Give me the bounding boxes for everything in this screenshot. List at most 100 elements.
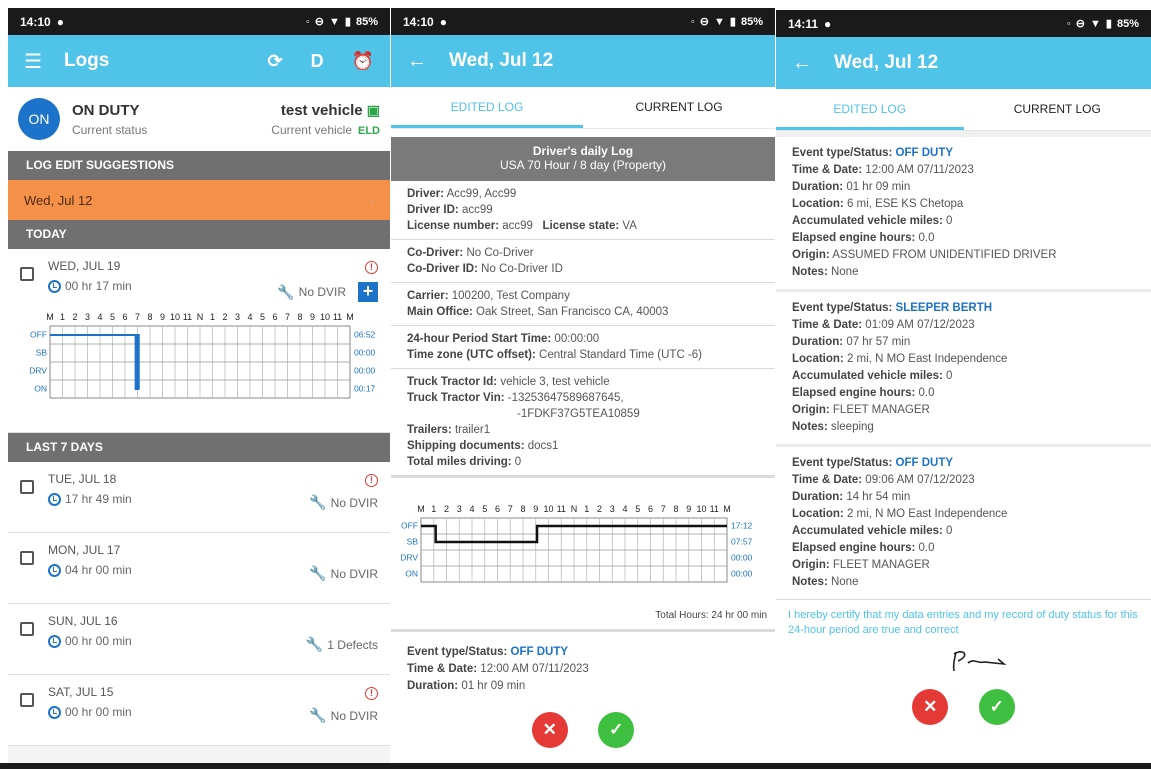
hour-label: N (197, 312, 204, 322)
edited-log-events-screen: 14:11 ● ◦ ⊖ ▼ ▮ 85% ← Wed, Jul 12 EDITED LOG … (776, 10, 1151, 766)
event-notes: None (830, 266, 859, 278)
row-total: 00:17 (354, 384, 376, 394)
reject-button[interactable]: ✕ (912, 689, 949, 725)
accept-button[interactable]: ✓ (978, 689, 1015, 725)
status-bar: 14:10 ● ◦ ⊖ ▼ ▮ 85% (8, 8, 390, 35)
hour-label: 11 (710, 504, 719, 514)
row-label: SB (36, 348, 48, 358)
event-engine-hours: 0.0 (918, 232, 935, 244)
row-checkbox[interactable] (20, 551, 34, 565)
row-label: ON (34, 384, 47, 394)
day-date: WED, JUL 19 (48, 259, 121, 273)
tab-edited-log[interactable]: EDITED LOG (776, 89, 964, 130)
row-label: DRV (29, 366, 47, 376)
wrench-icon: 🔧 (309, 494, 327, 510)
event-miles: 0 (946, 525, 953, 537)
license-number: acc99 (502, 220, 533, 232)
clock-icon (48, 492, 61, 506)
hour-label: 10 (170, 312, 180, 322)
hour-label: 10 (543, 504, 553, 514)
tab-current-log[interactable]: CURRENT LOG (964, 89, 1151, 130)
license-state: VA (622, 220, 637, 232)
truck-vin-2: -1FDKF37G5TEA10859 (517, 408, 640, 420)
certification-text: I hereby certify that my data entries an… (788, 609, 1138, 636)
event-engine-hours: 0.0 (918, 542, 935, 554)
hour-label: 9 (686, 504, 691, 514)
battery-icon: ▮ (344, 16, 351, 28)
d-button[interactable]: D (311, 51, 324, 72)
codriver-info: Co-Driver: No Co-Driver Co-Driver ID: No… (391, 240, 775, 283)
hour-label: 1 (431, 504, 436, 514)
event-duration: 07 hr 57 min (846, 336, 911, 348)
event-item: Event type/Status: SLEEPER BERTH Time & D… (776, 292, 1151, 447)
day-list: TUE, JUL 18 17 hr 49 min! 🔧 No DVIR MON, JUL… (8, 462, 390, 746)
hour-label: M (46, 312, 54, 322)
row-checkbox[interactable] (20, 622, 34, 636)
dvir-status: No DVIR (330, 566, 378, 581)
row-checkbox[interactable] (20, 693, 34, 707)
grid-totals: 06:52 00:00 00:00 00:17 (354, 330, 376, 394)
grid-row-labels: OFF SB DRV ON (29, 330, 47, 394)
event-engine-hours: 0.0 (918, 387, 935, 399)
app-bar: ← Wed, Jul 12 (776, 37, 1151, 89)
vibrate-icon: ◦ (1066, 17, 1071, 30)
day-row[interactable]: TUE, JUL 18 17 hr 49 min! 🔧 No DVIR (8, 462, 390, 533)
add-dvir-button[interactable]: + (358, 282, 378, 302)
period-start: 00:00:00 (554, 333, 600, 345)
hour-label: M (346, 312, 354, 322)
menu-icon[interactable]: ☰ (24, 49, 42, 74)
suggestions-header: LOG EDIT SUGGESTIONS (8, 151, 390, 180)
nav-bar (0, 763, 1151, 769)
wifi-icon: ▼ (714, 15, 725, 28)
hour-label: 10 (320, 312, 330, 322)
hour-label: 1 (60, 312, 65, 322)
status-icons: ◦ ⊖ ▼ ▮ 85% (305, 15, 378, 29)
day-row[interactable]: SAT, JUL 15 00 hr 00 min! 🔧 No DVIR (8, 675, 390, 746)
hour-label: 3 (85, 312, 90, 322)
grid-hour-labels: M 1 2 3 4 5 6 7 8 9 10 11 N 1 2 3 4 5 6 7 8 9 10 11 M (46, 312, 354, 322)
grid-row-labels: OFF SB DRV ON (400, 520, 418, 578)
battery-percent: 85% (740, 15, 763, 28)
warning-icon: ! (365, 261, 378, 274)
accept-button[interactable]: ✓ (598, 712, 635, 748)
hour-label: 6 (495, 504, 500, 514)
clock-time: 14:10 (403, 14, 434, 29)
hour-label: 6 (122, 312, 127, 322)
battery-percent: 85% (355, 15, 378, 28)
status-circle-button[interactable]: ON (18, 98, 60, 140)
tab-edited-log[interactable]: EDITED LOG (391, 87, 583, 128)
event-origin: FLEET MANAGER (832, 404, 930, 416)
event-miles: 0 (946, 215, 953, 227)
hour-label: 7 (285, 312, 290, 322)
status-bar: 14:10 ● ◦ ⊖ ▼ ▮ 85% (391, 8, 775, 35)
grid-totals: 17:12 07:57 00:00 00:00 (731, 520, 753, 578)
back-arrow-icon[interactable]: ← (792, 52, 812, 75)
day-row[interactable]: MON, JUL 17 04 hr 00 min 🔧 No DVIR (8, 533, 390, 604)
hour-label: 4 (622, 504, 627, 514)
main-office: Oak Street, San Francisco CA, 40003 (476, 306, 669, 318)
day-row[interactable]: SUN, JUL 16 00 hr 00 min 🔧 1 Defects (8, 604, 390, 675)
event-notes: sleeping (830, 421, 874, 433)
page-title: Wed, Jul 12 (449, 50, 554, 71)
clock-icon (48, 705, 61, 719)
today-row[interactable]: WED, JUL 19 00 hr 17 min ! 🔧 No DVIR + M12… (8, 249, 390, 433)
vibrate-icon: ◦ (305, 15, 310, 28)
row-label: OFF (30, 330, 47, 340)
hour-label: 11 (183, 312, 192, 322)
reject-button[interactable]: ✕ (531, 712, 568, 748)
signature (776, 646, 1151, 681)
sync-icon[interactable]: ⟳ (267, 51, 282, 72)
row-checkbox[interactable] (20, 480, 34, 494)
alarm-icon[interactable]: ⏰ (352, 51, 374, 72)
suggestion-item[interactable]: Wed, Jul 12 › (8, 180, 390, 220)
suggestion-date: Wed, Jul 12 (24, 192, 93, 208)
app-bar: ← Wed, Jul 12 (391, 35, 775, 87)
tab-current-log[interactable]: CURRENT LOG (583, 87, 775, 128)
event-status: OFF DUTY (895, 457, 954, 469)
back-arrow-icon[interactable]: ← (407, 50, 427, 73)
hour-label: 5 (110, 312, 115, 322)
warning-icon: ! (365, 687, 378, 700)
event-duration: 01 hr 09 min (846, 181, 911, 193)
trailers: trailer1 (454, 424, 491, 436)
row-checkbox[interactable] (20, 267, 34, 281)
